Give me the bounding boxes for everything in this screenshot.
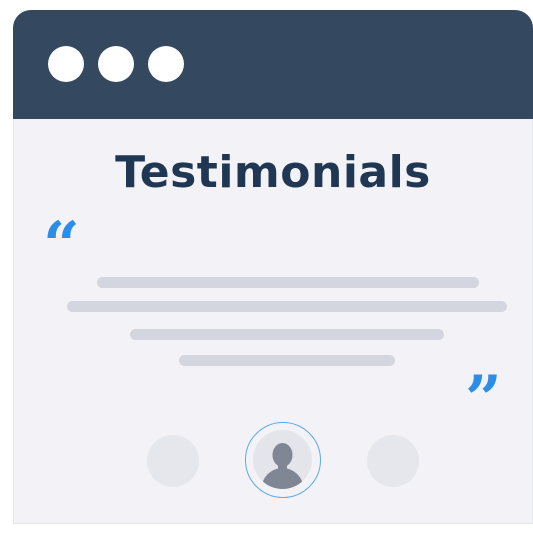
testimonial-text-line	[67, 301, 507, 312]
user-icon	[253, 430, 312, 489]
testimonial-text-line	[97, 277, 479, 288]
testimonial-text-line	[179, 355, 395, 366]
window-dot-2[interactable]	[98, 46, 134, 82]
window-dot-3[interactable]	[148, 46, 184, 82]
next-avatar[interactable]	[367, 435, 419, 487]
window-title-bar	[13, 10, 533, 119]
page-title: Testimonials	[115, 147, 431, 198]
close-quote-icon: ”	[465, 362, 502, 437]
window-dot-1[interactable]	[48, 46, 84, 82]
browser-window: Testimonials “ ”	[13, 10, 533, 524]
previous-avatar[interactable]	[147, 435, 199, 487]
current-avatar[interactable]	[245, 422, 321, 498]
open-quote-icon: “	[43, 208, 80, 283]
testimonial-text-line	[130, 329, 444, 340]
